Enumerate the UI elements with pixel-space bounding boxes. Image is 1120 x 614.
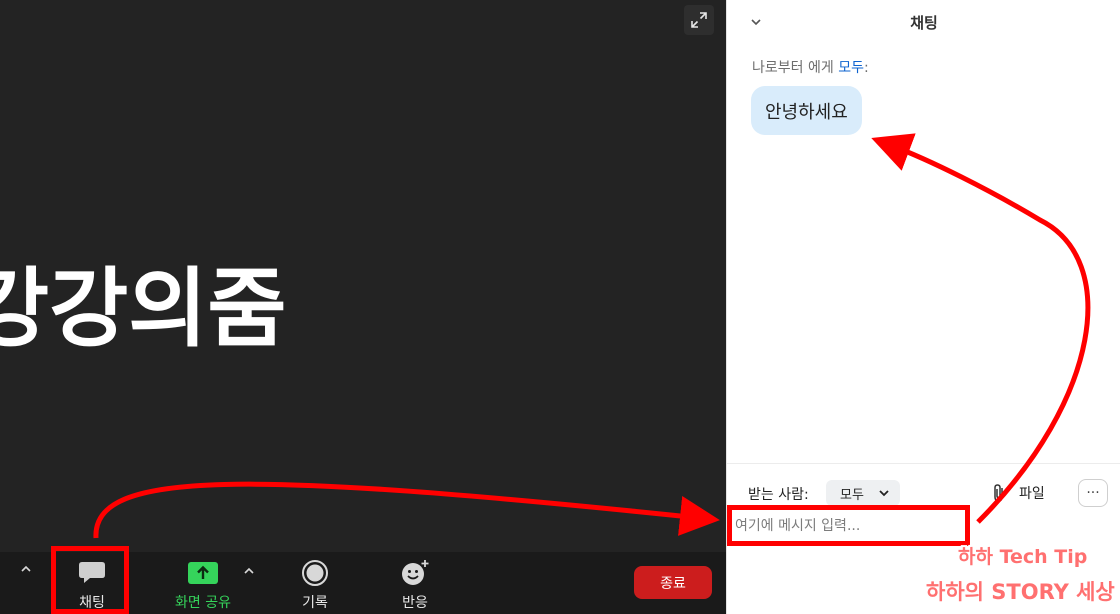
message-recipient-link[interactable]: 모두 <box>838 60 864 76</box>
fullscreen-button[interactable] <box>684 5 714 35</box>
message-from: 나로부터 에게 <box>752 60 834 76</box>
end-meeting-button[interactable]: 종료 <box>634 566 712 599</box>
shared-screen-view: 강강의줌 <box>0 0 726 552</box>
file-button-label: 파일 <box>1019 486 1045 502</box>
record-button[interactable]: 기록 <box>283 552 347 614</box>
recipient-value: 모두 <box>840 487 864 503</box>
chevron-down-icon <box>879 490 889 497</box>
message-colon: : <box>863 60 869 76</box>
audio-options-caret[interactable] <box>19 562 33 576</box>
composer-divider <box>727 463 1120 464</box>
share-screen-label: 화면 공유 <box>175 595 231 611</box>
chevron-up-icon <box>21 565 31 572</box>
recipient-label: 받는 사람: <box>748 487 809 503</box>
file-button[interactable]: 파일 <box>991 482 1045 504</box>
chat-header: 채팅 <box>727 0 1120 44</box>
reactions-button[interactable]: 반응 <box>383 552 447 614</box>
recipient-dropdown[interactable]: 모두 <box>826 480 900 506</box>
expand-icon <box>691 12 707 28</box>
record-label: 기록 <box>302 595 328 611</box>
share-screen-button[interactable]: 화면 공유 <box>163 552 243 614</box>
screen: 강강의줌 채팅 화면 공유 기록 반응 종료 채팅 나로부터 에게 모두: 안녕… <box>0 0 1120 614</box>
chat-button-highlight <box>51 546 129 614</box>
record-icon <box>300 558 330 588</box>
input-highlight <box>727 505 970 546</box>
chat-title: 채팅 <box>910 14 938 32</box>
emoji-add-icon <box>400 558 430 588</box>
meeting-window: 강강의줌 채팅 화면 공유 기록 반응 종료 <box>0 0 726 614</box>
chat-message-bubble: 안녕하세요 <box>751 86 862 135</box>
chevron-up-icon <box>244 567 254 574</box>
reactions-label: 반응 <box>402 595 428 611</box>
share-screen-icon <box>188 558 218 588</box>
watermark-line-1: 하하 Tech Tip <box>958 546 1088 568</box>
message-sender-line: 나로부터 에게 모두: <box>752 57 869 77</box>
watermark-line-2: 하하의 STORY 세상 <box>926 580 1115 604</box>
more-options-button[interactable]: ··· <box>1078 479 1108 507</box>
share-options-caret[interactable] <box>242 564 256 578</box>
paperclip-icon <box>994 484 1003 502</box>
shared-screen-text: 강강의줌 <box>0 259 287 359</box>
